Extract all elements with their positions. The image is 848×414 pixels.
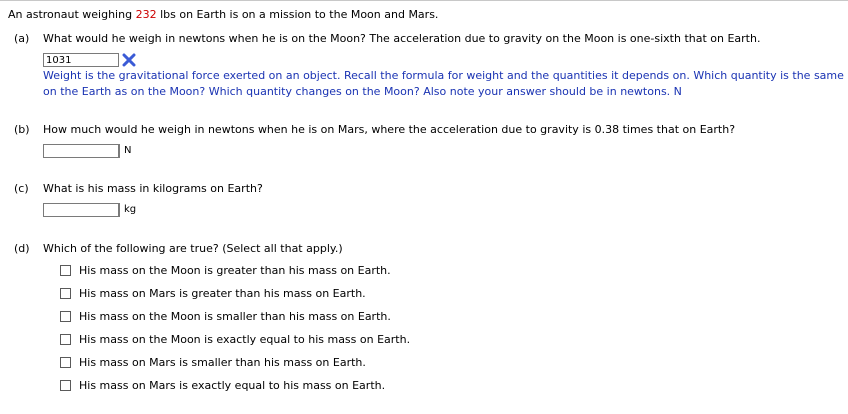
part-b-unit: N [119, 144, 131, 158]
option-label: His mass on Mars is exactly equal to his… [79, 379, 386, 392]
option-label: His mass on Mars is smaller than his mas… [79, 356, 366, 369]
part-a-label: (a) [14, 32, 30, 45]
weight-value: 232 [135, 8, 157, 21]
intro-text-after: lbs on Earth is on a mission to the Moon… [156, 8, 439, 21]
part-a-hint-line-1: Weight is the gravitational force exerte… [43, 69, 844, 82]
part-a-hint-line-2: on the Earth as on the Moon? Which quant… [43, 85, 682, 98]
top-divider [0, 0, 848, 1]
checkbox[interactable] [60, 380, 71, 391]
part-b-answer-input[interactable] [43, 144, 119, 158]
part-b-label: (b) [14, 123, 30, 136]
checkbox[interactable] [60, 334, 71, 345]
incorrect-x-icon [122, 53, 136, 67]
part-c-unit: kg [119, 203, 136, 217]
checkbox[interactable] [60, 311, 71, 322]
part-c-label: (c) [14, 182, 29, 195]
option-label: His mass on the Moon is exactly equal to… [79, 333, 411, 346]
checkbox[interactable] [60, 357, 71, 368]
part-d-question: Which of the following are true? (Select… [43, 242, 343, 255]
intro-text-before: An astronaut weighing [8, 8, 136, 21]
option-label: His mass on Mars is greater than his mas… [79, 287, 366, 300]
part-c-answer-input[interactable] [43, 203, 119, 217]
checkbox[interactable] [60, 288, 71, 299]
part-a-question: What would he weigh in newtons when he i… [43, 32, 761, 45]
part-c-question: What is his mass in kilograms on Earth? [43, 182, 263, 195]
part-d-label: (d) [14, 242, 30, 255]
option-label: His mass on the Moon is greater than his… [79, 264, 391, 277]
part-a-answer-input[interactable] [43, 53, 119, 67]
problem-intro: An astronaut weighing 232 lbs on Earth i… [8, 8, 438, 21]
checkbox[interactable] [60, 265, 71, 276]
option-label: His mass on the Moon is smaller than his… [79, 310, 391, 323]
part-b-question: How much would he weigh in newtons when … [43, 123, 736, 136]
